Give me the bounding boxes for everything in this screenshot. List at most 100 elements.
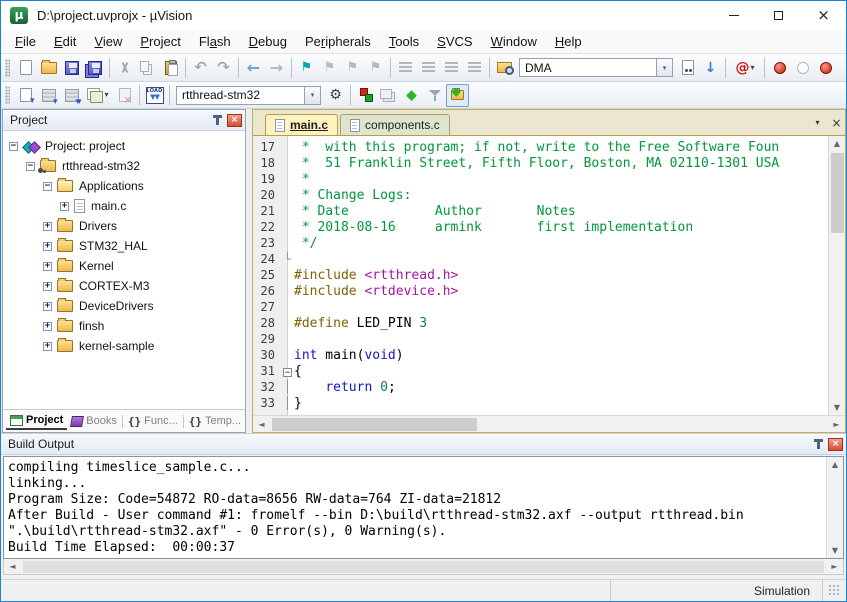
clear-bookmarks-button[interactable]: ⚑ xyxy=(364,56,387,79)
manage-rte-button[interactable] xyxy=(354,84,377,107)
scroll-right-icon[interactable]: ► xyxy=(826,559,843,574)
code-lines[interactable]: 17 * with this program; if not, write to… xyxy=(253,136,828,415)
tree-item-stm32-hal[interactable]: +STM32_HAL xyxy=(3,236,245,256)
tree-expander-icon[interactable]: − xyxy=(9,142,18,151)
target-options-button[interactable]: ⚙ xyxy=(324,84,347,107)
scrollbar-thumb[interactable] xyxy=(272,418,477,431)
disable-breakpoint-button[interactable] xyxy=(791,56,814,79)
file-extensions-button[interactable] xyxy=(423,84,446,107)
tree-expander-icon[interactable]: + xyxy=(43,342,52,351)
maximize-button[interactable] xyxy=(756,1,801,30)
editor-horizontal-scrollbar[interactable]: ◄ ► xyxy=(253,415,845,432)
cut-button[interactable] xyxy=(113,56,136,79)
tree-item-applications[interactable]: −Applications xyxy=(3,176,245,196)
build-button[interactable] xyxy=(37,84,60,107)
tree-expander-icon[interactable]: − xyxy=(26,162,35,171)
tab-templates[interactable]: {} Temp... xyxy=(185,413,245,430)
uncomment-button[interactable] xyxy=(463,56,486,79)
tree-expander-icon[interactable]: − xyxy=(43,182,52,191)
editor-vertical-scrollbar[interactable]: ▲ ▼ xyxy=(828,136,845,415)
scroll-up-icon[interactable]: ▲ xyxy=(829,136,846,151)
tree-expander-icon[interactable]: + xyxy=(43,322,52,331)
menu-item-flash[interactable]: Flash xyxy=(190,31,240,52)
tree-item-project-project[interactable]: −Project: project xyxy=(3,136,245,156)
menu-item-project[interactable]: Project xyxy=(131,31,190,52)
menu-item-peripherals[interactable]: Peripherals xyxy=(296,31,380,52)
build-output-lines[interactable]: compiling timeslice_sample.c...linking..… xyxy=(4,457,826,558)
download-button[interactable]: LOAD▼▼ xyxy=(143,84,166,107)
scroll-right-icon[interactable]: ► xyxy=(828,417,845,432)
close-button[interactable]: × xyxy=(801,1,846,30)
menu-item-view[interactable]: View xyxy=(85,31,131,52)
resize-grip[interactable] xyxy=(823,580,846,601)
tree-item-main-c[interactable]: +main.c xyxy=(3,196,245,216)
minimize-button[interactable] xyxy=(711,1,756,30)
scroll-left-icon[interactable]: ◄ xyxy=(253,417,270,432)
pin-icon[interactable] xyxy=(817,440,820,449)
editor-tab-components-c[interactable]: components.c xyxy=(340,114,450,135)
tab-project[interactable]: Project xyxy=(6,412,67,430)
redo-button[interactable]: ↷ xyxy=(212,56,235,79)
menu-item-debug[interactable]: Debug xyxy=(240,31,296,52)
scroll-left-icon[interactable]: ◄ xyxy=(4,559,21,574)
tab-functions[interactable]: {} Func... xyxy=(124,413,182,430)
tree-item-kernel-sample[interactable]: +kernel-sample xyxy=(3,336,245,356)
tree-item-finsh[interactable]: +finsh xyxy=(3,316,245,336)
tree-expander-icon[interactable]: + xyxy=(43,282,52,291)
tab-books[interactable]: Books xyxy=(67,413,121,429)
undo-button[interactable]: ↶ xyxy=(189,56,212,79)
tree-expander-icon[interactable]: + xyxy=(43,222,52,231)
project-tree[interactable]: −Project: project−rtthread-stm32−Applica… xyxy=(3,131,245,409)
toggle-bookmark-button[interactable]: ⚑ xyxy=(295,56,318,79)
pin-icon[interactable] xyxy=(216,116,219,125)
project-panel-close-button[interactable]: × xyxy=(227,114,242,127)
manage-books-button[interactable]: ◆ xyxy=(446,84,469,107)
window-layout-button[interactable] xyxy=(377,84,400,107)
save-button[interactable] xyxy=(60,56,83,79)
incremental-find-button[interactable]: ↓ xyxy=(699,56,722,79)
menu-item-help[interactable]: Help xyxy=(546,31,591,52)
kill-breakpoints-button[interactable] xyxy=(814,56,837,79)
tree-expander-icon[interactable]: + xyxy=(43,242,52,251)
rebuild-button[interactable] xyxy=(60,84,83,107)
tree-item-rtthread-stm32[interactable]: −rtthread-stm32 xyxy=(3,156,245,176)
find-in-files-button[interactable] xyxy=(493,56,516,79)
scrollbar-thumb[interactable] xyxy=(831,153,844,233)
indent-button[interactable] xyxy=(394,56,417,79)
menu-item-tools[interactable]: Tools xyxy=(380,31,428,52)
search-input[interactable]: DMA xyxy=(519,58,656,77)
fold-toggle-icon[interactable]: − xyxy=(283,368,292,377)
open-file-button[interactable] xyxy=(37,56,60,79)
toolbar-drag-handle[interactable] xyxy=(5,59,10,77)
tree-expander-icon[interactable]: + xyxy=(60,202,69,211)
build-output-horizontal-scrollbar[interactable]: ◄ ► xyxy=(3,559,844,575)
target-select-input[interactable]: rtthread-stm32 xyxy=(176,86,304,105)
scrollbar-thumb[interactable] xyxy=(23,561,824,573)
stop-build-button[interactable] xyxy=(113,84,136,107)
navigate-forward-button[interactable]: → xyxy=(265,56,288,79)
editor-tab-main-c[interactable]: main.c xyxy=(265,114,338,135)
menu-item-window[interactable]: Window xyxy=(482,31,546,52)
menu-item-svcs[interactable]: SVCS xyxy=(428,31,481,52)
comment-button[interactable] xyxy=(440,56,463,79)
save-all-button[interactable] xyxy=(83,56,106,79)
unindent-button[interactable] xyxy=(417,56,440,79)
scroll-up-icon[interactable]: ▲ xyxy=(827,457,844,472)
build-output-vertical-scrollbar[interactable]: ▲ ▼ xyxy=(826,457,843,558)
find-next-button[interactable] xyxy=(676,56,699,79)
tree-item-devicedrivers[interactable]: +DeviceDrivers xyxy=(3,296,245,316)
search-dropdown-button[interactable]: ▾ xyxy=(656,58,673,77)
scroll-down-icon[interactable]: ▼ xyxy=(827,543,844,558)
new-file-button[interactable] xyxy=(14,56,37,79)
menu-item-edit[interactable]: Edit xyxy=(45,31,85,52)
tree-expander-icon[interactable]: + xyxy=(43,302,52,311)
next-bookmark-button[interactable]: ⚑ xyxy=(341,56,364,79)
prev-bookmark-button[interactable]: ⚑ xyxy=(318,56,341,79)
navigate-back-button[interactable]: ← xyxy=(242,56,265,79)
tree-item-cortex-m3[interactable]: +CORTEX-M3 xyxy=(3,276,245,296)
tab-list-dropdown-button[interactable]: ▾ xyxy=(809,114,826,131)
target-dropdown-button[interactable]: ▾ xyxy=(304,86,321,105)
insert-breakpoint-button[interactable] xyxy=(768,56,791,79)
menu-item-file[interactable]: File xyxy=(6,31,45,52)
translate-button[interactable] xyxy=(14,84,37,107)
